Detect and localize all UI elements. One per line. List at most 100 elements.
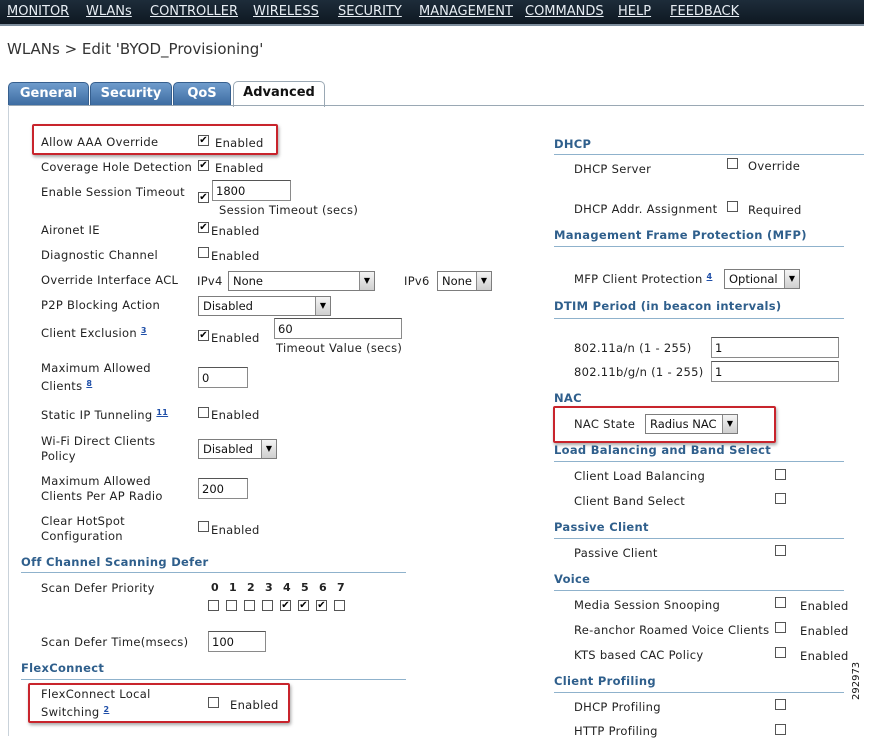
client-lb-label: Client Load Balancing bbox=[574, 469, 706, 483]
footnote-link[interactable]: 11 bbox=[156, 408, 168, 417]
flex-local-label-1: FlexConnect Local bbox=[41, 687, 151, 701]
diag-channel-checkbox[interactable] bbox=[198, 247, 209, 258]
max-clients-input[interactable] bbox=[198, 367, 248, 388]
client-lb-checkbox[interactable] bbox=[775, 469, 786, 480]
coverage-hole-checkbox[interactable] bbox=[198, 160, 209, 171]
max-clients-label-2: Clients 8 bbox=[41, 379, 93, 393]
priority-checkbox[interactable] bbox=[280, 600, 291, 611]
section-divider bbox=[554, 461, 844, 462]
aaa-override-text: Enabled bbox=[215, 136, 264, 150]
nac-state-select[interactable]: Radius NAC ▼ bbox=[645, 414, 738, 434]
session-timeout-checkbox[interactable] bbox=[198, 192, 209, 203]
mfp-value: Optional bbox=[729, 272, 778, 286]
figure-id: 292973 bbox=[851, 661, 862, 700]
dhcp-profiling-label: DHCP Profiling bbox=[574, 700, 661, 714]
ipv6-acl-select[interactable]: None ▼ bbox=[437, 271, 492, 291]
nav-wireless[interactable]: WIRELESS bbox=[253, 4, 319, 19]
section-divider bbox=[21, 572, 406, 573]
off-channel-section-title: Off Channel Scanning Defer bbox=[21, 555, 209, 569]
footnote-link[interactable]: 2 bbox=[103, 705, 109, 714]
priority-checkbox[interactable] bbox=[208, 600, 219, 611]
priority-checkbox[interactable] bbox=[244, 600, 255, 611]
chevron-down-icon: ▼ bbox=[722, 415, 737, 433]
priority-checkbox[interactable] bbox=[316, 600, 327, 611]
priority-digit: 3 bbox=[265, 581, 273, 594]
aironet-ie-checkbox[interactable] bbox=[198, 222, 209, 233]
static-ip-label: Static IP Tunneling 11 bbox=[41, 408, 169, 422]
ipv6-label: IPv6 bbox=[404, 274, 430, 288]
passive-client-label: Passive Client bbox=[574, 546, 658, 560]
priority-checkbox[interactable] bbox=[334, 600, 345, 611]
priority-digit: 6 bbox=[319, 581, 327, 594]
kts-checkbox[interactable] bbox=[775, 647, 786, 658]
ipv4-acl-select[interactable]: None ▼ bbox=[228, 271, 375, 291]
section-divider bbox=[21, 679, 406, 680]
dtim-bgn-input[interactable] bbox=[711, 361, 839, 382]
session-timeout-input[interactable] bbox=[212, 180, 291, 201]
footnote-link[interactable]: 3 bbox=[141, 326, 147, 335]
dtim-an-input[interactable] bbox=[711, 337, 839, 358]
chevron-down-icon: ▼ bbox=[476, 272, 491, 290]
max-clients-radio-input[interactable] bbox=[198, 478, 248, 499]
dhcp-server-checkbox[interactable] bbox=[727, 158, 738, 169]
nav-controller[interactable]: CONTROLLER bbox=[150, 4, 238, 19]
priority-checkbox[interactable] bbox=[262, 600, 273, 611]
footnote-link[interactable]: 8 bbox=[86, 379, 92, 388]
tab-security[interactable]: Security bbox=[90, 82, 172, 106]
nav-wlans[interactable]: WLANs bbox=[86, 4, 132, 19]
client-exclusion-checkbox[interactable] bbox=[198, 330, 209, 341]
static-ip-checkbox[interactable] bbox=[198, 407, 209, 418]
flex-local-text: Enabled bbox=[230, 698, 279, 712]
coverage-hole-text: Enabled bbox=[215, 161, 264, 175]
aaa-override-checkbox[interactable] bbox=[198, 135, 209, 146]
nav-monitor[interactable]: MONITOR bbox=[7, 4, 69, 19]
hotspot-checkbox[interactable] bbox=[198, 521, 209, 532]
tab-qos[interactable]: QoS bbox=[173, 82, 231, 106]
profiling-section-title: Client Profiling bbox=[554, 674, 656, 688]
http-profiling-checkbox[interactable] bbox=[775, 724, 786, 735]
priority-checkbox[interactable] bbox=[226, 600, 237, 611]
p2p-blocking-select[interactable]: Disabled ▼ bbox=[198, 296, 331, 316]
section-divider bbox=[554, 246, 844, 247]
tab-general[interactable]: General bbox=[8, 82, 89, 106]
dhcp-profiling-checkbox[interactable] bbox=[775, 699, 786, 710]
aaa-override-label: Allow AAA Override bbox=[41, 135, 159, 149]
nav-commands[interactable]: COMMANDS bbox=[525, 4, 604, 19]
nav-help[interactable]: HELP bbox=[618, 4, 651, 19]
voice-section-title: Voice bbox=[554, 572, 591, 586]
priority-digit: 5 bbox=[301, 581, 309, 594]
passive-client-checkbox[interactable] bbox=[775, 545, 786, 556]
exclusion-timeout-input[interactable] bbox=[274, 318, 402, 339]
priority-checkbox[interactable] bbox=[298, 600, 309, 611]
footnote-link[interactable]: 4 bbox=[707, 272, 713, 281]
content-border bbox=[8, 105, 9, 736]
section-divider bbox=[554, 318, 844, 319]
tab-divider bbox=[8, 105, 864, 106]
reanchor-checkbox[interactable] bbox=[775, 622, 786, 633]
scan-priority-label: Scan Defer Priority bbox=[41, 581, 155, 595]
dtim-section-title: DTIM Period (in beacon intervals) bbox=[554, 299, 782, 313]
nav-management[interactable]: MANAGEMENT bbox=[419, 4, 513, 19]
chevron-down-icon: ▼ bbox=[359, 272, 374, 290]
client-exclusion-label: Client Exclusion 3 bbox=[41, 326, 147, 340]
hotspot-label-1: Clear HotSpot bbox=[41, 514, 125, 528]
dtim-an-label: 802.11a/n (1 - 255) bbox=[574, 341, 692, 355]
nav-feedback[interactable]: FEEDBACK bbox=[670, 4, 739, 19]
tab-advanced[interactable]: Advanced bbox=[233, 81, 325, 107]
hotspot-text: Enabled bbox=[211, 523, 260, 537]
wifi-direct-select[interactable]: Disabled ▼ bbox=[198, 439, 277, 459]
flex-local-checkbox[interactable] bbox=[208, 697, 219, 708]
media-snoop-checkbox[interactable] bbox=[775, 597, 786, 608]
reanchor-text: Enabled bbox=[800, 624, 849, 638]
dhcp-addr-checkbox[interactable] bbox=[727, 201, 738, 212]
chevron-down-icon: ▼ bbox=[315, 297, 330, 315]
section-divider bbox=[554, 692, 844, 693]
scan-time-input[interactable] bbox=[208, 631, 266, 652]
priority-digit: 1 bbox=[229, 581, 237, 594]
passive-section-title: Passive Client bbox=[554, 520, 649, 534]
nav-security[interactable]: SECURITY bbox=[338, 4, 402, 19]
override-acl-label: Override Interface ACL bbox=[41, 273, 179, 287]
mfp-select[interactable]: Optional ▼ bbox=[724, 269, 800, 289]
client-band-checkbox[interactable] bbox=[775, 493, 786, 504]
scan-time-label: Scan Defer Time(msecs) bbox=[41, 635, 189, 649]
